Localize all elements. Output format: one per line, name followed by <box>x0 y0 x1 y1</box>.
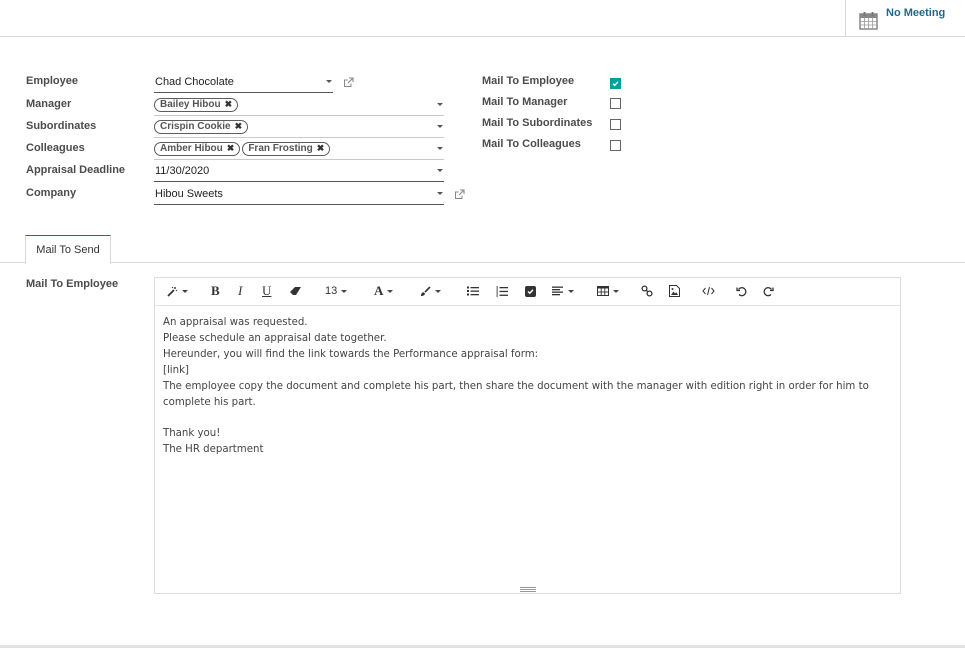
notebook-tabs: Mail To Send <box>0 235 965 264</box>
content-line: An appraisal was requested. <box>163 317 308 328</box>
resize-handle[interactable] <box>520 587 536 592</box>
external-link-icon[interactable] <box>454 189 465 200</box>
chevron-down-icon <box>182 289 188 293</box>
chevron-down-icon[interactable] <box>437 192 443 195</box>
mail-to-manager-label: Mail To Manager <box>482 96 568 108</box>
content-blank-line <box>163 411 892 426</box>
code-view-icon <box>702 286 715 296</box>
employee-field[interactable]: Chad Chocolate <box>154 71 333 93</box>
insert-link-button[interactable] <box>641 283 653 299</box>
chevron-down-icon[interactable] <box>437 103 443 106</box>
chevron-down-icon[interactable] <box>326 80 332 83</box>
external-link-icon[interactable] <box>343 77 354 88</box>
colleague-tag: Fran Frosting ✖ <box>242 141 331 156</box>
company-field[interactable]: Hibou Sweets <box>154 183 444 205</box>
bold-button[interactable]: B <box>211 283 220 299</box>
content-line: Please schedule an appraisal date togeth… <box>163 333 387 344</box>
mail-to-employee-checkbox[interactable] <box>610 78 621 89</box>
mail-to-subordinates-label: Mail To Subordinates <box>482 117 593 129</box>
underline-button[interactable]: U <box>262 283 271 299</box>
undo-button[interactable] <box>736 283 747 299</box>
mail-to-colleagues-checkbox[interactable] <box>610 140 621 151</box>
smart-button-label: No Meeting <box>886 7 946 19</box>
editor-content[interactable]: An appraisal was requested. Please sched… <box>155 306 900 458</box>
image-icon <box>669 285 680 297</box>
company-label: Company <box>26 187 77 199</box>
content-line: The employee copy the document and compl… <box>163 381 869 408</box>
numbered-list-button[interactable] <box>496 283 508 299</box>
font-size-dropdown[interactable]: 13 <box>325 283 348 299</box>
mail-to-colleagues-label: Mail To Colleagues <box>482 138 581 150</box>
align-icon <box>552 286 563 296</box>
chevron-down-icon[interactable] <box>437 147 443 150</box>
manager-tag: Bailey Hibou ✖ <box>154 97 239 112</box>
link-icon <box>641 285 653 297</box>
content-line: [link] <box>163 365 189 376</box>
content-line: The HR department <box>163 444 264 455</box>
style-dropdown[interactable] <box>167 283 188 299</box>
deadline-label: Appraisal Deadline <box>26 164 126 176</box>
subordinate-tag: Crispin Cookie ✖ <box>154 119 249 134</box>
undo-icon <box>736 286 747 296</box>
redo-icon <box>763 286 774 296</box>
insert-media-button[interactable] <box>669 283 680 299</box>
employee-value: Chad Chocolate <box>155 75 234 88</box>
chevron-down-icon <box>613 289 619 293</box>
deadline-field[interactable]: 11/30/2020 <box>154 160 444 182</box>
paragraph-align-dropdown[interactable] <box>552 283 574 299</box>
calendar-icon <box>859 12 878 30</box>
editor-toolbar: B I U 13 A <box>155 278 900 306</box>
mail-to-employee-field-label: Mail To Employee <box>26 278 119 290</box>
content-line: Thank you! <box>163 428 221 439</box>
font-color-icon: A <box>374 283 384 298</box>
remove-tag-icon[interactable]: ✖ <box>235 121 243 132</box>
chevron-down-icon <box>435 289 441 293</box>
deadline-value: 11/30/2020 <box>155 164 210 177</box>
chevron-down-icon[interactable] <box>437 125 443 128</box>
font-color-dropdown[interactable]: A <box>374 283 394 299</box>
table-dropdown[interactable] <box>597 283 619 299</box>
colleagues-label: Colleagues <box>26 142 85 154</box>
code-view-button[interactable] <box>702 283 715 299</box>
checklist-icon <box>525 285 536 297</box>
tab-mail-to-send[interactable]: Mail To Send <box>25 235 111 264</box>
bullet-list-icon <box>467 286 479 296</box>
redo-button[interactable] <box>763 283 774 299</box>
mail-to-subordinates-checkbox[interactable] <box>610 119 621 130</box>
check-icon <box>612 81 619 87</box>
bullet-list-button[interactable] <box>467 283 479 299</box>
content-line: Hereunder, you will find the link toward… <box>163 349 539 360</box>
chevron-down-icon[interactable] <box>437 169 443 172</box>
table-icon <box>597 286 609 296</box>
eraser-icon <box>290 287 301 295</box>
highlight-dropdown[interactable] <box>420 283 441 299</box>
chevron-down-icon <box>341 289 348 293</box>
italic-button[interactable]: I <box>238 283 242 299</box>
manager-field[interactable]: Bailey Hibou ✖ <box>154 94 444 116</box>
magic-wand-icon <box>167 286 178 297</box>
mail-to-employee-label: Mail To Employee <box>482 75 575 87</box>
remove-tag-icon[interactable]: ✖ <box>317 143 325 154</box>
subordinates-label: Subordinates <box>26 120 97 132</box>
chevron-down-icon <box>387 289 394 293</box>
remove-tag-icon[interactable]: ✖ <box>227 143 235 154</box>
manager-label: Manager <box>26 98 72 110</box>
colleague-tag: Amber Hibou ✖ <box>154 141 241 156</box>
paint-brush-icon <box>421 285 431 296</box>
numbered-list-icon <box>496 285 508 297</box>
chevron-down-icon <box>568 289 574 293</box>
html-editor[interactable]: B I U 13 A An appraisal was requested. P… <box>154 277 901 594</box>
control-panel: No Meeting <box>0 0 965 37</box>
remove-tag-icon[interactable]: ✖ <box>225 99 233 110</box>
remove-format-button[interactable] <box>289 283 302 299</box>
checklist-button[interactable] <box>525 283 536 299</box>
mail-to-manager-checkbox[interactable] <box>610 98 621 109</box>
colleagues-field[interactable]: Amber Hibou ✖ Fran Frosting ✖ <box>154 138 444 160</box>
meeting-smart-button[interactable]: No Meeting <box>845 0 965 37</box>
employee-label: Employee <box>26 75 78 87</box>
company-value: Hibou Sweets <box>155 187 223 200</box>
subordinates-field[interactable]: Crispin Cookie ✖ <box>154 116 444 138</box>
